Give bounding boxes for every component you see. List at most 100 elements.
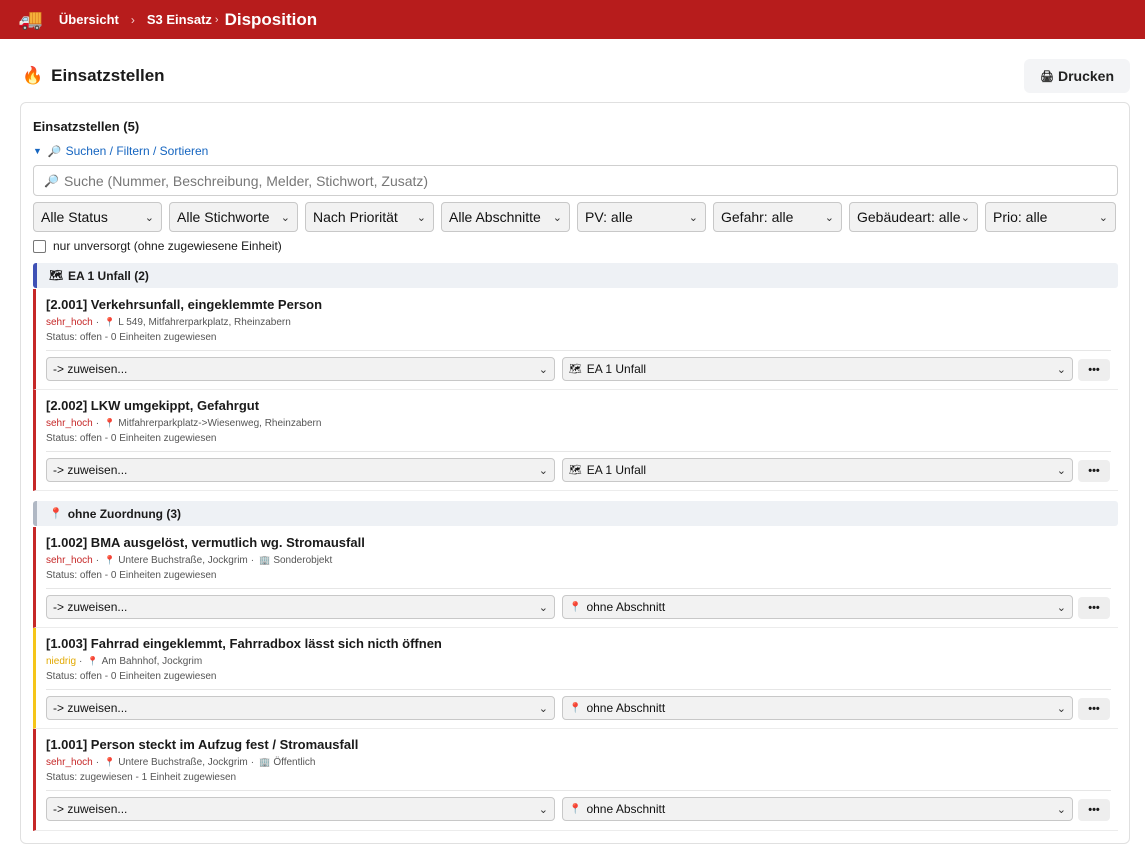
group-header-ea1[interactable]: 🗺 EA 1 Unfall (2) xyxy=(33,263,1118,288)
incident-title[interactable]: [2.002] LKW umgekippt, Gefahrgut xyxy=(46,398,259,413)
pin-icon: 📍 xyxy=(569,803,582,815)
more-options-button[interactable]: ••• xyxy=(1078,359,1110,381)
fire-icon: 🔥 xyxy=(22,66,44,85)
chevron-down-icon: ⌄ xyxy=(1056,702,1066,715)
section-title: Einsatzstellen xyxy=(51,66,165,85)
divider xyxy=(46,689,1111,690)
search-input[interactable]: 🔎 Suche (Nummer, Beschreibung, Melder, S… xyxy=(33,165,1118,196)
filter-danger-label: Gefahr: alle xyxy=(721,209,794,225)
section-heading: 🔥 Einsatzstellen xyxy=(22,66,165,86)
filter-toggle-label: Suchen / Filtern / Sortieren xyxy=(65,144,209,158)
breadcrumb-separator: › xyxy=(214,13,219,26)
incident-location: Untere Buchstraße, Jockgrim xyxy=(118,555,248,566)
page-title: Disposition xyxy=(224,9,318,29)
building-icon: 🏢 xyxy=(259,555,271,565)
incident-title[interactable]: [1.003] Fahrrad eingeklemmt, Fahrradbox … xyxy=(46,636,442,651)
chevron-down-icon: ⌄ xyxy=(1056,601,1066,614)
breadcrumb-overview[interactable]: Übersicht xyxy=(59,12,119,27)
filter-pv-label: PV: alle xyxy=(585,209,633,225)
assign-unit-select[interactable]: -> zuweisen... ⌄ xyxy=(46,458,555,482)
unsupplied-label: nur unversorgt (ohne zugewiesene Einheit… xyxy=(53,239,282,253)
chevron-down-icon: ⌄ xyxy=(538,464,548,477)
priority-badge: sehr_hoch xyxy=(46,418,93,429)
section-label: ohne Abschnitt xyxy=(586,701,666,715)
assign-label: -> zuweisen... xyxy=(53,362,128,376)
filter-stichwort-select[interactable]: Alle Stichworte ⌄ xyxy=(169,202,298,232)
truck-icon[interactable]: 🚚 xyxy=(18,10,43,30)
section-select[interactable]: 🗺 EA 1 Unfall ⌄ xyxy=(562,458,1073,482)
pin-icon: 📍 xyxy=(104,555,116,565)
pin-icon: 📍 xyxy=(569,702,582,714)
assign-unit-select[interactable]: -> zuweisen... ⌄ xyxy=(46,696,555,720)
assign-unit-select[interactable]: -> zuweisen... ⌄ xyxy=(46,357,555,381)
filter-building-select[interactable]: Gebäudeart: alle ⌄ xyxy=(849,202,978,232)
pin-icon: 📍 xyxy=(104,418,116,428)
sort-priority-select[interactable]: Nach Priorität ⌄ xyxy=(305,202,434,232)
incident-title[interactable]: [1.002] BMA ausgelöst, vermutlich wg. St… xyxy=(46,535,365,550)
unsupplied-checkbox[interactable] xyxy=(33,239,46,253)
filter-prio-label: Prio: alle xyxy=(993,209,1048,225)
priority-badge: niedrig xyxy=(46,656,77,667)
incident-location: L 549, Mitfahrerparkplatz, Rheinzabern xyxy=(118,317,291,328)
group-header-unassigned[interactable]: 📍 ohne Zuordnung (3) xyxy=(33,501,1118,526)
filter-row: Alle Status ⌄ Alle Stichworte ⌄ Nach Pri… xyxy=(33,202,1116,232)
incident-meta: sehr_hoch · 📍 Untere Buchstraße, Jockgri… xyxy=(46,555,333,566)
more-options-button[interactable]: ••• xyxy=(1078,597,1110,619)
incident-title[interactable]: [1.001] Person steckt im Aufzug fest / S… xyxy=(46,737,358,752)
filter-pv-select[interactable]: PV: alle ⌄ xyxy=(577,202,706,232)
map-icon: 🗺 xyxy=(49,270,63,282)
filter-section-select[interactable]: Alle Abschnitte ⌄ xyxy=(441,202,570,232)
triangle-down-icon: ▼ xyxy=(33,146,42,156)
incident-meta: sehr_hoch · 📍 Untere Buchstraße, Jockgri… xyxy=(46,757,316,768)
filter-status-label: Alle Status xyxy=(41,209,108,225)
print-button[interactable]: 🖨 Drucken xyxy=(1024,59,1130,93)
section-label: EA 1 Unfall xyxy=(586,463,647,477)
section-label: ohne Abschnitt xyxy=(586,600,666,614)
more-options-button[interactable]: ••• xyxy=(1078,460,1110,482)
chevron-down-icon: ⌄ xyxy=(1098,211,1108,224)
chevron-down-icon: ⌄ xyxy=(960,211,970,224)
incident-status: Status: offen - 0 Einheiten zugewiesen xyxy=(46,332,217,343)
assign-unit-select[interactable]: -> zuweisen... ⌄ xyxy=(46,797,555,821)
pin-icon: 📍 xyxy=(49,508,63,520)
filter-prio-select[interactable]: Prio: alle ⌄ xyxy=(985,202,1116,232)
incident-item: [2.002] LKW umgekippt, Gefahrgut sehr_ho… xyxy=(33,390,1118,491)
breadcrumb-einsatz[interactable]: S3 Einsatz xyxy=(147,12,212,27)
section-label: ohne Abschnitt xyxy=(586,802,666,816)
incident-status: Status: offen - 0 Einheiten zugewiesen xyxy=(46,671,217,682)
filter-toggle[interactable]: ▼ 🔎 Suchen / Filtern / Sortieren xyxy=(33,144,208,158)
pin-icon: 📍 xyxy=(104,317,116,327)
section-select[interactable]: 📍 ohne Abschnitt ⌄ xyxy=(562,696,1073,720)
incident-title[interactable]: [2.001] Verkehrsunfall, eingeklemmte Per… xyxy=(46,297,322,312)
section-select[interactable]: 📍 ohne Abschnitt ⌄ xyxy=(562,797,1073,821)
group-label: EA 1 Unfall (2) xyxy=(67,268,149,283)
unsupplied-filter[interactable]: nur unversorgt (ohne zugewiesene Einheit… xyxy=(33,239,282,253)
chevron-down-icon: ⌄ xyxy=(416,211,426,224)
filter-danger-select[interactable]: Gefahr: alle ⌄ xyxy=(713,202,842,232)
assign-unit-select[interactable]: -> zuweisen... ⌄ xyxy=(46,595,555,619)
chevron-down-icon: ⌄ xyxy=(538,601,548,614)
priority-badge: sehr_hoch xyxy=(46,555,93,566)
more-options-button[interactable]: ••• xyxy=(1078,799,1110,821)
card-title: Einsatzstellen (5) xyxy=(33,119,140,134)
assign-label: -> zuweisen... xyxy=(53,701,128,715)
filter-status-select[interactable]: Alle Status ⌄ xyxy=(33,202,162,232)
incident-location: Untere Buchstraße, Jockgrim xyxy=(118,757,248,768)
search-icon: 🔎 xyxy=(47,145,62,158)
filter-stichwort-label: Alle Stichworte xyxy=(177,209,270,225)
pin-icon: 📍 xyxy=(87,656,99,666)
divider xyxy=(46,588,1111,589)
pin-icon: 📍 xyxy=(104,757,116,767)
section-select[interactable]: 🗺 EA 1 Unfall ⌄ xyxy=(562,357,1073,381)
top-navigation-bar: 🚚 Übersicht › S3 Einsatz › Disposition xyxy=(0,0,1145,39)
search-placeholder: Suche (Nummer, Beschreibung, Melder, Sti… xyxy=(63,172,429,189)
more-options-button[interactable]: ••• xyxy=(1078,698,1110,720)
section-select[interactable]: 📍 ohne Abschnitt ⌄ xyxy=(562,595,1073,619)
chevron-down-icon: ⌄ xyxy=(144,211,154,224)
priority-badge: sehr_hoch xyxy=(46,757,93,768)
breadcrumb-separator: › xyxy=(130,12,135,27)
map-icon: 🗺 xyxy=(569,464,582,476)
incident-card: Einsatzstellen (5) ▼ 🔎 Suchen / Filtern … xyxy=(20,102,1130,844)
map-icon: 🗺 xyxy=(569,363,582,375)
incident-location: Am Bahnhof, Jockgrim xyxy=(101,656,203,667)
